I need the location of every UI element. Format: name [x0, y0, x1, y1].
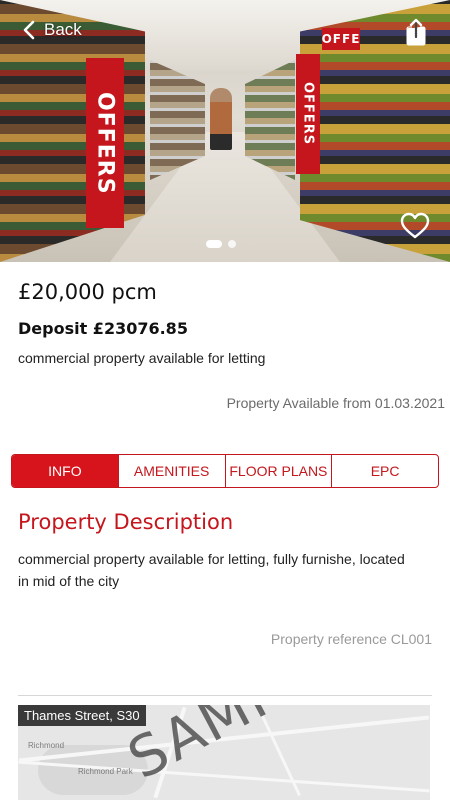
map-place-label: Richmond Park [78, 767, 133, 776]
carousel-indicator [206, 240, 236, 248]
property-reference: Property reference CL001 [270, 631, 432, 647]
tab-epc[interactable]: EPC [332, 455, 438, 487]
availability-date: Property Available from 01.03.2021 [226, 395, 445, 411]
tab-floor-plans[interactable]: FLOOR PLANS [226, 455, 333, 487]
tab-amenities[interactable]: AMENITIES [119, 455, 226, 487]
offers-banner-small: OFFERS [296, 54, 320, 174]
location-map[interactable]: Richmond Richmond Park SAMPLE Thames Str… [18, 705, 430, 800]
back-button-label: Back [44, 20, 82, 39]
offers-sign: OFFE [322, 28, 360, 50]
property-tabs: INFO AMENITIES FLOOR PLANS EPC [11, 454, 439, 488]
deposit-amount: Deposit £23076.85 [18, 319, 188, 338]
chevron-left-icon [23, 20, 35, 40]
rent-price: £20,000 pcm [18, 280, 157, 304]
back-button[interactable]: Back [22, 20, 82, 40]
share-icon[interactable] [404, 18, 428, 46]
heart-icon[interactable] [400, 212, 430, 240]
section-title: Property Description [18, 510, 234, 534]
hero-shopper [210, 88, 232, 150]
map-place-label: Richmond [28, 741, 65, 750]
listing-summary: commercial property available for lettin… [18, 350, 266, 366]
carousel-dot[interactable] [228, 240, 236, 248]
hero-image-carousel[interactable]: OFFERS OFFERS OFFE Back [0, 0, 450, 262]
carousel-dot-active[interactable] [206, 240, 222, 248]
property-description: commercial property available for lettin… [18, 551, 405, 589]
map-watermark: SAMPLE [118, 705, 357, 793]
offers-banner: OFFERS [86, 58, 124, 228]
divider [18, 695, 432, 696]
map-location-label: Thames Street, S30 [18, 705, 146, 726]
tab-info[interactable]: INFO [12, 455, 119, 487]
